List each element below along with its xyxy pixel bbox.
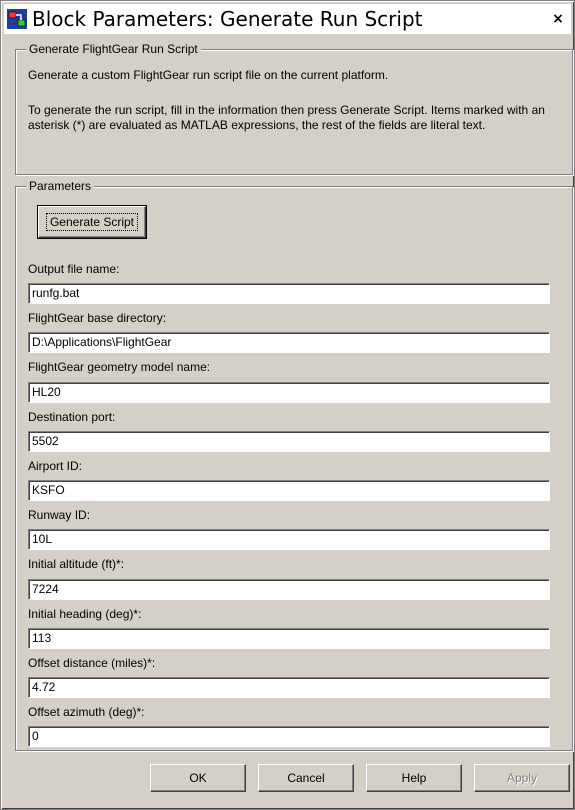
ok-button[interactable]: OK xyxy=(150,764,246,792)
help-label: Help xyxy=(401,771,427,785)
offset-distance-label: Offset distance (miles)*: xyxy=(28,656,156,670)
simulink-block-icon xyxy=(7,9,27,29)
output-file-name-input[interactable]: runfg.bat xyxy=(28,283,550,304)
runway-id-label: Runway ID: xyxy=(28,508,91,522)
parameters-group-legend: Parameters xyxy=(26,179,95,193)
description-line-1: Generate a custom FlightGear run script … xyxy=(28,68,389,82)
description-line-2: To generate the run script, fill in the … xyxy=(28,103,545,132)
runway-id-input[interactable]: 10L xyxy=(28,529,550,550)
initial-altitude-label: Initial altitude (ft)*: xyxy=(28,557,125,571)
cancel-label: Cancel xyxy=(287,771,325,785)
airport-id-label: Airport ID: xyxy=(28,459,83,473)
description-group-legend: Generate FlightGear Run Script xyxy=(26,42,201,56)
description-group: Generate FlightGear Run Script Generate … xyxy=(15,42,573,175)
cancel-button[interactable]: Cancel xyxy=(258,764,354,792)
generate-script-label: Generate Script xyxy=(45,213,139,231)
destination-port-label: Destination port: xyxy=(28,410,116,424)
parameters-group: Parameters Generate Script Output file n… xyxy=(15,179,573,751)
offset-distance-input[interactable]: 4.72 xyxy=(28,677,550,698)
apply-button[interactable]: Apply xyxy=(474,764,570,792)
destination-port-input[interactable]: 5502 xyxy=(28,431,550,452)
initial-heading-label: Initial heading (deg)*: xyxy=(28,607,142,621)
output-file-name-label: Output file name: xyxy=(28,262,120,276)
geometry-model-name-label: FlightGear geometry model name: xyxy=(28,360,211,374)
apply-label: Apply xyxy=(506,771,538,785)
offset-azimuth-label: Offset azimuth (deg)*: xyxy=(28,705,145,719)
geometry-model-name-input[interactable]: HL20 xyxy=(28,382,550,403)
title-bar[interactable]: Block Parameters: Generate Run Script × xyxy=(4,4,571,34)
dialog-window: Block Parameters: Generate Run Script × … xyxy=(0,0,575,810)
help-button[interactable]: Help xyxy=(366,764,462,792)
initial-heading-input[interactable]: 113 xyxy=(28,628,550,649)
base-directory-label: FlightGear base directory: xyxy=(28,311,167,325)
window-title: Block Parameters: Generate Run Script xyxy=(32,7,423,31)
close-button[interactable]: × xyxy=(549,10,567,28)
generate-script-button[interactable]: Generate Script xyxy=(37,205,147,239)
initial-altitude-input[interactable]: 7224 xyxy=(28,579,550,600)
offset-azimuth-input[interactable]: 0 xyxy=(28,726,550,747)
ok-label: OK xyxy=(189,771,207,785)
base-directory-input[interactable]: D:\Applications\FlightGear xyxy=(28,332,550,353)
airport-id-input[interactable]: KSFO xyxy=(28,480,550,501)
